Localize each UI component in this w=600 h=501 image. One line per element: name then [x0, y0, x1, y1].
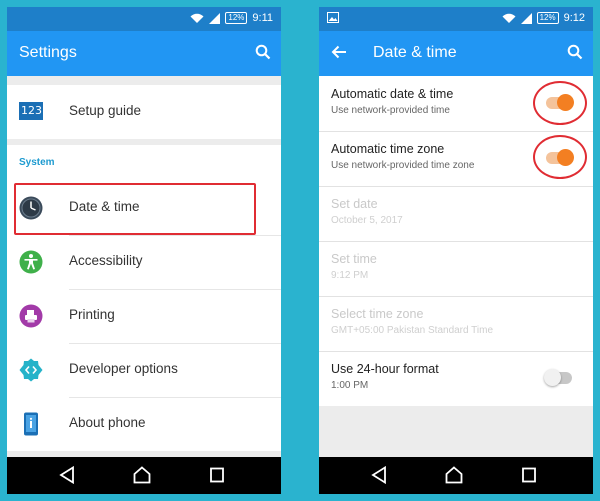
page-title: Settings — [19, 44, 77, 61]
setting-use-24-hour-format[interactable]: Use 24-hour format 1:00 PM — [319, 351, 593, 406]
clock-time: 9:11 — [252, 12, 273, 24]
page-title: Date & time — [373, 44, 457, 61]
setting-select-time-zone: Select time zone GMT+05:00 Pakistan Stan… — [319, 296, 593, 351]
list-item-accessibility[interactable]: Accessibility — [7, 235, 281, 289]
printing-label: Printing — [69, 307, 115, 322]
setup-guide-icon: 123 — [19, 102, 43, 126]
toggle-highlight-circle — [533, 135, 587, 179]
setting-summary: 1:00 PM — [331, 380, 369, 391]
recents-icon[interactable] — [209, 466, 225, 484]
top-card: 123 Setup guide — [7, 85, 281, 139]
setting-title: Automatic date & time — [331, 87, 454, 101]
setting-title: Set time — [331, 252, 377, 266]
clock-time: 9:12 — [563, 12, 585, 24]
setting-summary: 9:12 PM — [331, 270, 369, 281]
setting-set-date: Set date October 5, 2017 — [319, 186, 593, 241]
status-icons: 12% 9:12 — [502, 12, 585, 24]
toggle-knob — [544, 369, 561, 386]
setting-summary: October 5, 2017 — [331, 215, 403, 226]
system-card: System Date & time Accessibility Printin… — [7, 145, 281, 451]
accessibility-icon — [19, 250, 43, 274]
app-bar: Settings — [7, 31, 281, 76]
wifi-icon — [190, 13, 204, 23]
setting-title: Use 24-hour format — [331, 362, 439, 376]
signal-icon — [209, 12, 221, 24]
setting-set-time: Set time 9:12 PM — [319, 241, 593, 296]
sidebar-item-setup-guide[interactable]: 123 Setup guide — [7, 85, 281, 139]
setting-title: Automatic time zone — [331, 142, 445, 156]
printer-icon — [19, 304, 43, 328]
home-icon[interactable] — [445, 466, 463, 484]
status-icons: 12% 9:11 — [190, 12, 273, 24]
setting-summary: GMT+05:00 Pakistan Standard Time — [331, 325, 494, 336]
accessibility-label: Accessibility — [69, 253, 143, 268]
setup-guide-label: Setup guide — [69, 103, 142, 118]
battery-indicator: 12% — [536, 12, 559, 24]
search-icon[interactable] — [567, 44, 583, 60]
arrow-back-icon[interactable] — [331, 44, 347, 60]
setting-title: Select time zone — [331, 307, 424, 321]
developer-options-label: Developer options — [69, 361, 178, 376]
phone-info-icon — [19, 412, 43, 436]
setting-automatic-date-time[interactable]: Automatic date & time Use network-provid… — [319, 76, 593, 131]
date-time-highlight — [14, 183, 256, 235]
wifi-icon — [502, 13, 516, 23]
navigation-bar — [319, 457, 593, 494]
back-icon[interactable] — [59, 466, 75, 484]
about-phone-label: About phone — [69, 415, 146, 430]
list-item-about-phone[interactable]: About phone — [7, 397, 281, 451]
home-icon[interactable] — [133, 466, 151, 484]
setting-summary: Use network-provided time — [331, 105, 450, 116]
use-24-hour-format-toggle[interactable] — [544, 369, 572, 386]
list-item-printing[interactable]: Printing — [7, 289, 281, 343]
date-time-screen: 12% 9:12 Date & time Automatic date & ti… — [319, 7, 593, 494]
status-bar: 12% 9:12 — [319, 7, 593, 31]
status-bar: 12% 9:11 — [7, 7, 281, 31]
developer-options-icon — [19, 358, 43, 382]
section-header-system: System — [19, 157, 55, 168]
date-time-settings-list: Automatic date & time Use network-provid… — [319, 76, 593, 406]
battery-indicator: 12% — [225, 12, 248, 24]
settings-screen: 12% 9:11 Settings 123 Setup guide System — [7, 7, 281, 494]
recents-icon[interactable] — [521, 466, 537, 484]
setting-automatic-time-zone[interactable]: Automatic time zone Use network-provided… — [319, 131, 593, 186]
image-notification-icon — [327, 12, 339, 23]
setting-title: Set date — [331, 197, 378, 211]
navigation-bar — [7, 457, 281, 494]
back-icon[interactable] — [371, 466, 387, 484]
app-bar: Date & time — [319, 31, 593, 76]
signal-icon — [520, 12, 532, 24]
toggle-highlight-circle — [533, 81, 587, 125]
search-icon[interactable] — [255, 44, 271, 60]
setting-summary: Use network-provided time zone — [331, 160, 475, 171]
list-item-developer-options[interactable]: Developer options — [7, 343, 281, 397]
